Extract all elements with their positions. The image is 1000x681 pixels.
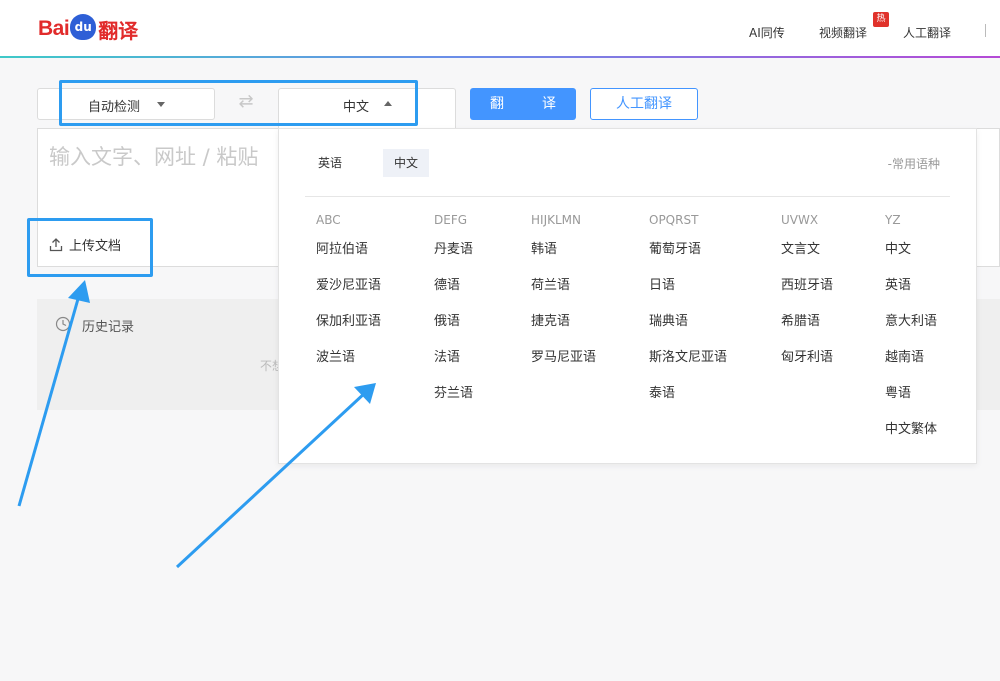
column-head: UVWX xyxy=(781,213,819,227)
language-option[interactable]: 丹麦语 xyxy=(434,242,473,278)
language-option[interactable]: 越南语 xyxy=(885,350,937,386)
language-option[interactable]: 希腊语 xyxy=(781,314,833,350)
column-head: HIJKLMN xyxy=(531,213,581,227)
language-option[interactable]: 爱沙尼亚语 xyxy=(316,278,381,314)
language-option[interactable]: 芬兰语 xyxy=(434,386,473,422)
column-head: DEFG xyxy=(434,213,468,227)
language-option[interactable]: 文言文 xyxy=(781,242,833,278)
language-option[interactable]: 匈牙利语 xyxy=(781,350,833,386)
language-option[interactable]: 斯洛文尼亚语 xyxy=(649,350,727,386)
recent-languages-label: -常用语种 xyxy=(887,157,940,171)
language-option[interactable]: 保加利亚语 xyxy=(316,314,381,350)
logo-fanyi-text: 翻译 xyxy=(98,18,139,43)
history-title[interactable]: 历史记录 xyxy=(82,316,134,335)
recent-language-chinese[interactable]: 中文 xyxy=(383,149,430,177)
column-head: YZ xyxy=(885,213,901,227)
translate-button[interactable]: 翻 译 xyxy=(470,88,576,120)
language-option[interactable]: 俄语 xyxy=(434,314,473,350)
language-option[interactable]: 日语 xyxy=(649,278,727,314)
column-head: ABC xyxy=(316,213,341,227)
language-option[interactable]: 葡萄牙语 xyxy=(649,242,727,278)
nav-human-translate[interactable]: 人工翻译 xyxy=(903,24,951,41)
recent-language-english[interactable]: 英语 xyxy=(307,149,353,177)
annotation-highlight-language-bar xyxy=(59,80,418,126)
language-column-defg: DEFG 丹麦语 德语 俄语 法语 芬兰语 xyxy=(434,213,473,422)
language-option[interactable]: 西班牙语 xyxy=(781,278,833,314)
language-option[interactable]: 捷克语 xyxy=(531,314,596,350)
language-option[interactable]: 荷兰语 xyxy=(531,278,596,314)
language-option[interactable]: 英语 xyxy=(885,278,937,314)
language-column-yz: YZ 中文 英语 意大利语 越南语 粤语 中文繁体 xyxy=(885,213,937,458)
nav-divider xyxy=(985,24,986,37)
language-option[interactable]: 泰语 xyxy=(649,386,727,422)
language-column-opqrst: OPQRST 葡萄牙语 日语 瑞典语 斯洛文尼亚语 泰语 xyxy=(649,213,727,422)
language-option[interactable]: 粤语 xyxy=(885,386,937,422)
source-input-placeholder: 输入文字、网址 / 粘贴 xyxy=(49,145,259,169)
logo-paw-icon: du xyxy=(70,14,97,40)
language-option[interactable]: 意大利语 xyxy=(885,314,937,350)
language-column-hijklmn: HIJKLMN 韩语 荷兰语 捷克语 罗马尼亚语 xyxy=(531,213,596,386)
target-language-dropdown: 英语 中文 -常用语种 ABC 阿拉伯语 爱沙尼亚语 保加利亚语 波兰语 DEF… xyxy=(278,128,977,464)
language-option[interactable]: 德语 xyxy=(434,278,473,314)
top-header: Bai du 翻译 AI同传 视频翻译 热 人工翻译 xyxy=(0,0,1000,57)
nav-video-translate[interactable]: 视频翻译 xyxy=(819,24,867,41)
header-gradient-line xyxy=(0,56,1000,58)
logo-bai-text: Bai xyxy=(38,17,70,40)
language-option[interactable]: 罗马尼亚语 xyxy=(531,350,596,386)
column-head: OPQRST xyxy=(649,213,699,227)
hot-badge: 热 xyxy=(873,12,889,27)
language-column-uvwx: UVWX 文言文 西班牙语 希腊语 匈牙利语 xyxy=(781,213,833,386)
language-option[interactable]: 韩语 xyxy=(531,242,596,278)
language-option[interactable]: 波兰语 xyxy=(316,350,381,386)
baidu-fanyi-logo[interactable]: Bai du 翻译 xyxy=(38,12,138,46)
human-translate-button[interactable]: 人工翻译 xyxy=(590,88,698,120)
clock-icon xyxy=(55,316,71,332)
language-option[interactable]: 法语 xyxy=(434,350,473,386)
language-option[interactable]: 阿拉伯语 xyxy=(316,242,381,278)
dropdown-divider xyxy=(305,196,950,197)
language-option[interactable]: 中文繁体 xyxy=(885,422,937,458)
annotation-highlight-upload xyxy=(27,218,153,277)
nav-ai-interpret[interactable]: AI同传 xyxy=(749,24,785,41)
language-column-abc: ABC 阿拉伯语 爱沙尼亚语 保加利亚语 波兰语 xyxy=(316,213,381,386)
language-option[interactable]: 中文 xyxy=(885,242,937,278)
language-option[interactable]: 瑞典语 xyxy=(649,314,727,350)
